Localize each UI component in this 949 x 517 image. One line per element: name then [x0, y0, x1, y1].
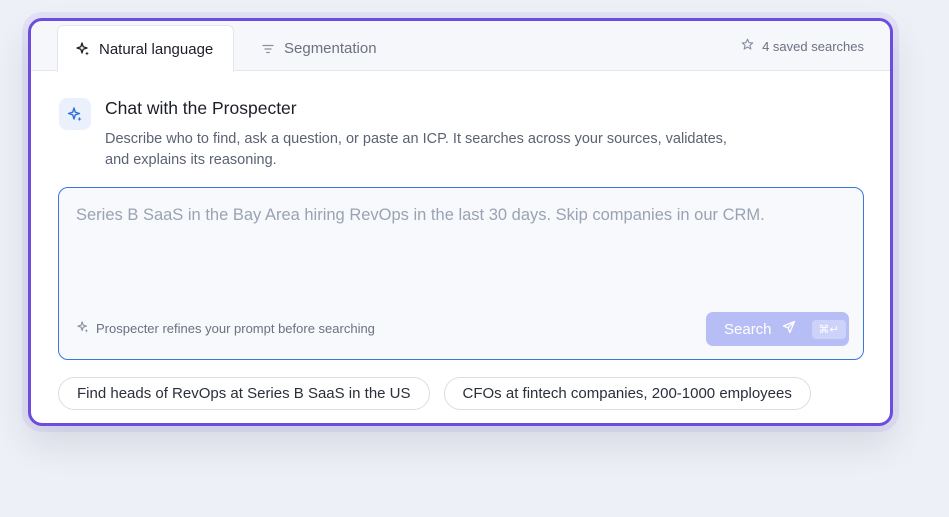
tab-bar: Natural language Segmentation 4 saved se…: [31, 21, 890, 72]
tab-natural-language[interactable]: Natural language: [57, 25, 235, 72]
tab-segmentation[interactable]: Segmentation: [243, 25, 397, 72]
prospecter-card: Natural language Segmentation 4 saved se…: [28, 18, 893, 426]
keyboard-shortcut: ⌘↵: [811, 319, 846, 339]
send-icon: [782, 320, 796, 338]
prompt-input[interactable]: [76, 204, 846, 294]
suggestion-chip[interactable]: Find heads of RevOps at Series B SaaS in…: [58, 377, 430, 410]
search-button-label: Search: [724, 320, 772, 338]
sparkle-icon: [77, 321, 89, 336]
filter-icon: [261, 42, 275, 56]
tab-label: Natural language: [99, 40, 214, 58]
tab-label: Segmentation: [284, 40, 377, 57]
saved-searches-label: 4 saved searches: [762, 38, 864, 54]
saved-searches-link[interactable]: 4 saved searches: [741, 38, 864, 54]
sparkle-icon: [76, 42, 90, 56]
refine-hint-label: Prospecter refines your prompt before se…: [96, 321, 375, 336]
sparkle-icon: [59, 98, 91, 130]
page-description: Describe who to find, ask a question, or…: [105, 131, 727, 168]
page-title: Chat with the Prospecter: [105, 98, 297, 118]
suggestion-chips: Find heads of RevOps at Series B SaaS in…: [58, 377, 811, 410]
search-button[interactable]: Search ⌘↵: [706, 312, 849, 346]
suggestion-chip[interactable]: CFOs at fintech companies, 200-1000 empl…: [443, 377, 811, 410]
prompt-box: Prospecter refines your prompt before se…: [58, 187, 864, 360]
refine-hint: Prospecter refines your prompt before se…: [77, 321, 375, 336]
star-icon: [741, 38, 754, 54]
